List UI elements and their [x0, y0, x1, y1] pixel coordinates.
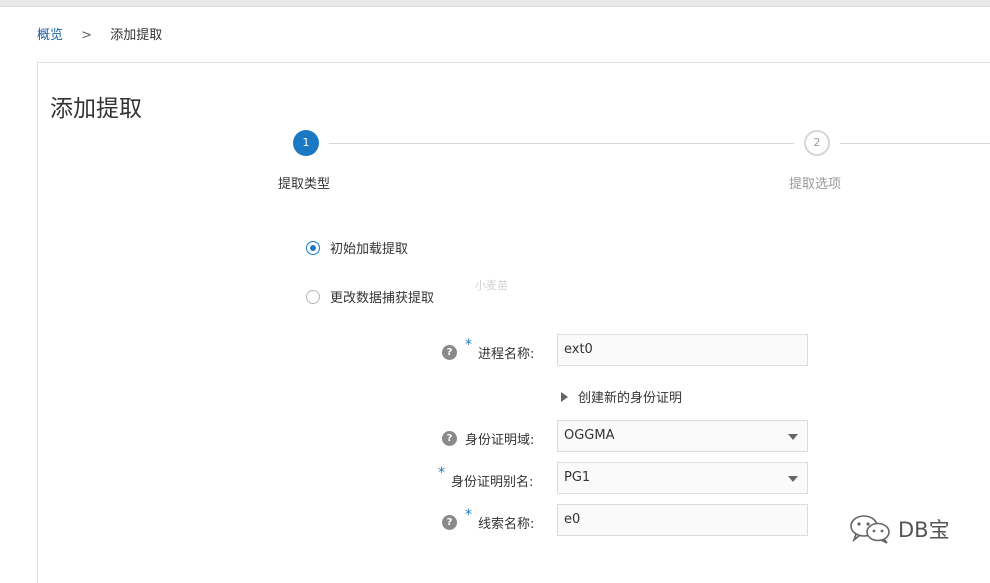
create-credential-label: 创建新的身份证明	[578, 391, 683, 406]
help-icon[interactable]: ?	[442, 345, 457, 360]
process-name-label: 进程名称:	[478, 347, 535, 362]
brand-text: DB宝	[898, 518, 950, 542]
step-connector-trailing	[840, 143, 990, 144]
wechat-icon	[850, 515, 890, 544]
dropdown-arrow-icon	[788, 434, 798, 440]
dropdown-arrow-icon	[788, 476, 798, 482]
step-1-indicator[interactable]: 1	[293, 130, 319, 156]
expand-triangle-icon	[561, 391, 568, 402]
brand-logo: DB宝	[848, 514, 950, 544]
top-bar	[0, 0, 990, 7]
watermark-text: 小麦苗	[475, 279, 508, 292]
step-1-label: 提取类型	[278, 177, 331, 192]
credential-alias-select[interactable]: PG1	[557, 462, 808, 494]
breadcrumb-current: 添加提取	[110, 28, 163, 43]
radio-initial-load-label: 初始加载提取	[330, 242, 409, 257]
step-2-indicator[interactable]: 2	[804, 130, 830, 156]
credential-alias-label: 身份证明别名:	[451, 475, 534, 490]
radio-initial-load[interactable]: 初始加载提取	[306, 238, 408, 257]
step-2-label: 提取选项	[789, 177, 842, 192]
trail-name-label: 线索名称:	[478, 517, 535, 532]
help-icon[interactable]: ?	[442, 515, 457, 530]
required-asterisk: *	[465, 507, 472, 523]
radio-change-data-capture-label: 更改数据捕获提取	[330, 291, 435, 306]
trail-name-input[interactable]: e0	[557, 504, 808, 536]
breadcrumb: 概览 > 添加提取	[37, 24, 162, 43]
radio-button-unchecked[interactable]	[306, 289, 320, 304]
radio-change-data-capture[interactable]: 更改数据捕获提取	[306, 287, 434, 306]
credential-domain-select[interactable]: OGGMA	[557, 420, 808, 452]
breadcrumb-separator: >	[81, 28, 93, 43]
credential-domain-value: OGGMA	[564, 428, 615, 443]
radio-button-checked[interactable]	[306, 240, 320, 255]
step-connector	[329, 143, 794, 144]
help-icon[interactable]: ?	[442, 431, 457, 446]
page-title: 添加提取	[50, 96, 142, 122]
credential-alias-value: PG1	[564, 470, 591, 485]
create-credential-toggle[interactable]: 创建新的身份证明	[561, 387, 682, 406]
credential-domain-label: 身份证明域:	[465, 433, 535, 448]
breadcrumb-overview-link[interactable]: 概览	[37, 28, 63, 43]
required-asterisk: *	[465, 337, 472, 353]
process-name-input[interactable]: ext0	[557, 334, 808, 366]
required-asterisk: *	[438, 465, 445, 481]
add-extract-panel: 添加提取 1 2 提取类型 提取选项 初始加载提取 更改数据捕获提取 小麦苗 ?…	[37, 62, 990, 583]
